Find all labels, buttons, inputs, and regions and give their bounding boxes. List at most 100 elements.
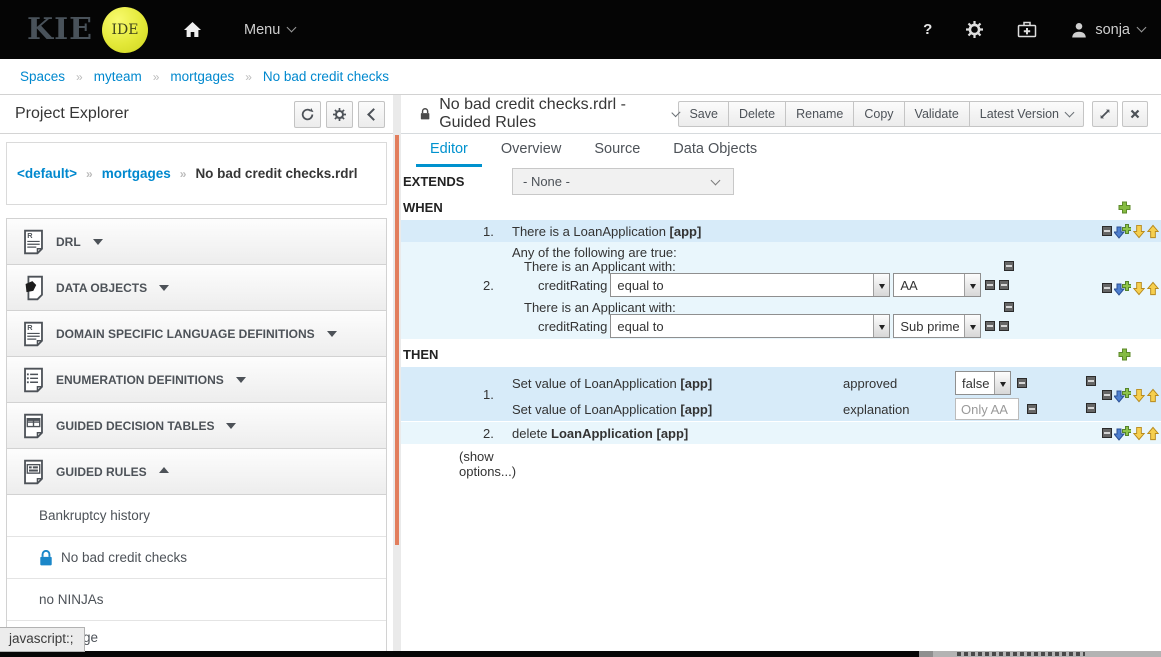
caret-down-icon xyxy=(159,285,169,296)
credit-rating-constraint-1: creditRating equal to AA xyxy=(538,273,1009,297)
validate-button[interactable]: Validate xyxy=(904,101,970,127)
refresh-button[interactable] xyxy=(294,101,321,128)
add-action-button[interactable] xyxy=(1118,348,1131,361)
move-down-icon[interactable] xyxy=(1133,388,1145,403)
section-guided-decision-tables[interactable]: GUIDED DECISION TABLES xyxy=(7,403,386,449)
breadcrumb-mortgages[interactable]: mortgages xyxy=(170,69,234,84)
bottom-edge-strip xyxy=(0,651,1161,657)
apps-launcher-button[interactable] xyxy=(1017,21,1037,38)
delete-action-text[interactable]: delete LoanApplication [app] xyxy=(512,426,688,441)
tab-overview[interactable]: Overview xyxy=(487,134,575,167)
section-enumeration-definitions[interactable]: ENUMERATION DEFINITIONS xyxy=(7,357,386,403)
help-button[interactable]: ? xyxy=(923,21,932,38)
show-options-link[interactable]: (show options...) xyxy=(459,449,531,479)
remove-row-icon[interactable] xyxy=(1102,390,1112,400)
approved-value-select[interactable]: false xyxy=(955,371,1011,395)
explanation-input[interactable] xyxy=(955,398,1019,420)
move-up-icon[interactable] xyxy=(1147,281,1159,296)
tab-source[interactable]: Source xyxy=(580,134,654,167)
operator-select[interactable]: equal to xyxy=(610,273,890,297)
editor-title-dropdown[interactable]: No bad credit checks.rdrl - Guided Rules xyxy=(439,96,678,132)
plus-icon xyxy=(1118,348,1131,361)
remove-pattern-icon[interactable] xyxy=(1004,302,1014,312)
menu-dropdown[interactable]: Menu xyxy=(244,22,295,38)
add-action-after-icon[interactable] xyxy=(1114,425,1131,441)
extends-select[interactable]: - None - xyxy=(512,168,734,195)
move-down-icon[interactable] xyxy=(1133,426,1145,441)
move-up-icon[interactable] xyxy=(1147,426,1159,441)
remove-action-icon[interactable] xyxy=(1086,376,1096,386)
menu-label: Menu xyxy=(244,22,280,38)
breadcrumb-current-asset[interactable]: No bad credit checks xyxy=(263,69,389,84)
refresh-icon xyxy=(301,108,314,121)
action-text[interactable]: Set value of LoanApplication [app] xyxy=(512,402,843,417)
breadcrumb-spaces[interactable]: Spaces xyxy=(20,69,65,84)
section-drl[interactable]: R DRL xyxy=(7,219,386,265)
add-condition-after-icon[interactable] xyxy=(1114,223,1131,239)
rule-item-bankruptcy-history[interactable]: Bankruptcy history xyxy=(7,495,386,537)
pattern-text[interactable]: There is a LoanApplication [app] xyxy=(512,224,701,239)
composite-condition-label[interactable]: Any of the following are true: xyxy=(512,245,677,260)
edit-action-icon[interactable] xyxy=(1027,404,1037,414)
save-button[interactable]: Save xyxy=(678,101,729,127)
section-dsl-definitions[interactable]: R DOMAIN SPECIFIC LANGUAGE DEFINITIONS xyxy=(7,311,386,357)
path-mortgages-link[interactable]: mortgages xyxy=(102,166,171,181)
applicant-pattern-label[interactable]: There is an Applicant with: xyxy=(524,259,676,274)
move-down-icon[interactable] xyxy=(1133,281,1145,296)
value-select-sub-prime[interactable]: Sub prime xyxy=(893,314,981,338)
close-editor-button[interactable] xyxy=(1122,101,1148,127)
user-menu[interactable]: sonja xyxy=(1071,22,1145,38)
move-down-icon[interactable] xyxy=(1133,224,1145,239)
section-data-objects[interactable]: DATA OBJECTS xyxy=(7,265,386,311)
extends-row: EXTENDS - None - xyxy=(401,166,1161,196)
edit-action-icon[interactable] xyxy=(1017,378,1027,388)
explorer-settings-button[interactable] xyxy=(326,101,353,128)
set-value-action-approved: Set value of LoanApplication [app] appro… xyxy=(512,371,1027,395)
tab-editor[interactable]: Editor xyxy=(416,134,482,167)
select-arrow-icon xyxy=(964,315,980,337)
remove-constraint-icon[interactable] xyxy=(999,280,1009,290)
maximize-button[interactable] xyxy=(1092,101,1118,127)
path-current-file: No bad credit checks.rdrl xyxy=(195,166,357,181)
home-button[interactable] xyxy=(183,21,202,38)
editor-toolbar: Save Delete Rename Copy Validate Latest … xyxy=(678,101,1148,127)
project-explorer-header: Project Explorer xyxy=(0,95,393,134)
logo-text-kie: KIE xyxy=(27,12,93,47)
section-guided-rules[interactable]: GUIDED RULES xyxy=(7,449,386,495)
then-row-2: 2. delete LoanApplication [app] xyxy=(401,422,1161,444)
field-label[interactable]: creditRating xyxy=(538,278,607,293)
kie-ide-logo[interactable]: KIE IDE xyxy=(27,7,148,53)
remove-constraint-icon[interactable] xyxy=(999,321,1009,331)
collapse-panel-button[interactable] xyxy=(358,101,385,128)
applicant-pattern-label[interactable]: There is an Applicant with: xyxy=(524,300,676,315)
settings-button[interactable] xyxy=(966,21,983,38)
edit-constraint-icon[interactable] xyxy=(985,321,995,331)
project-explorer-panel: Project Explorer <default> » mortgages xyxy=(0,95,393,657)
delete-button[interactable]: Delete xyxy=(728,101,786,127)
asset-editor-panel: No bad credit checks.rdrl - Guided Rules… xyxy=(401,95,1161,657)
version-dropdown-button[interactable]: Latest Version xyxy=(969,101,1084,127)
rule-item-no-bad-credit-checks[interactable]: No bad credit checks xyxy=(7,537,386,579)
tab-data-objects[interactable]: Data Objects xyxy=(659,134,771,167)
rename-button[interactable]: Rename xyxy=(785,101,854,127)
field-label[interactable]: creditRating xyxy=(538,319,607,334)
remove-row-icon[interactable] xyxy=(1102,428,1112,438)
remove-row-icon[interactable] xyxy=(1102,283,1112,293)
action-text[interactable]: Set value of LoanApplication [app] xyxy=(512,376,843,391)
value-select-aa[interactable]: AA xyxy=(893,273,981,297)
add-condition-after-icon[interactable] xyxy=(1114,280,1131,296)
move-up-icon[interactable] xyxy=(1147,224,1159,239)
path-default-link[interactable]: <default> xyxy=(17,166,77,181)
rule-item-no-ninjas[interactable]: no NINJAs xyxy=(7,579,386,621)
remove-action-icon[interactable] xyxy=(1086,403,1096,413)
add-action-after-icon[interactable] xyxy=(1114,387,1131,403)
operator-select[interactable]: equal to xyxy=(610,314,890,338)
add-condition-button[interactable] xyxy=(1118,201,1131,214)
copy-button[interactable]: Copy xyxy=(853,101,904,127)
edit-constraint-icon[interactable] xyxy=(985,280,995,290)
breadcrumb-myteam[interactable]: myteam xyxy=(94,69,142,84)
remove-pattern-icon[interactable] xyxy=(1004,261,1014,271)
panel-splitter-handle[interactable] xyxy=(395,135,399,545)
remove-row-icon[interactable] xyxy=(1102,226,1112,236)
move-up-icon[interactable] xyxy=(1147,388,1159,403)
